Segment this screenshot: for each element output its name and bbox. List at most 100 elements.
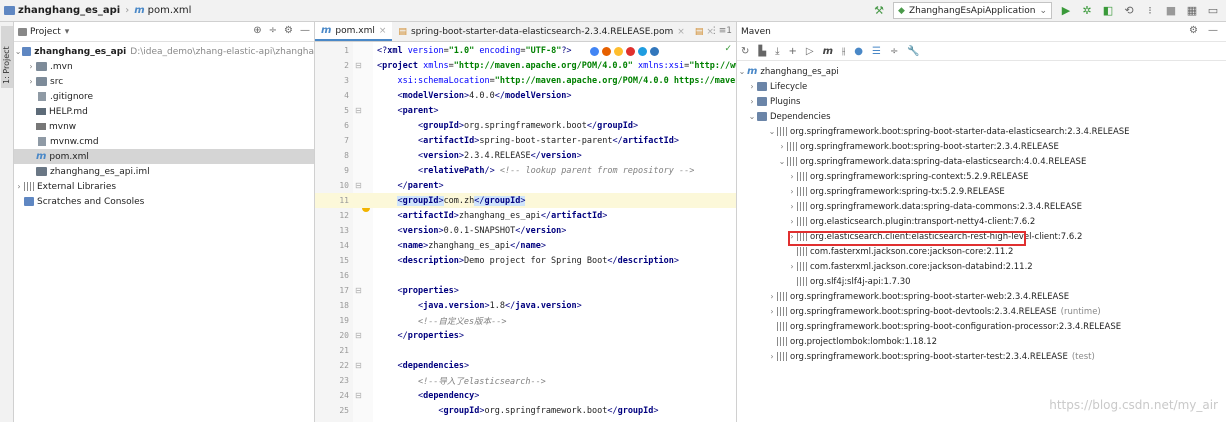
maven-dependency-row[interactable]: org.projectlombok:lombok:1.18.12 [737, 334, 1226, 349]
maven-dependency-row[interactable]: org.slf4j:slf4j-api:1.7.30 [737, 274, 1226, 289]
code-line[interactable]: 21 [315, 343, 736, 358]
chevron-right-icon[interactable]: › [767, 307, 777, 316]
fold-icon[interactable]: ⊟ [355, 106, 362, 115]
chevron-right-icon[interactable]: › [14, 182, 24, 191]
tree-item-root[interactable]: ⌄ zhanghang_es_api D:\idea_demo\zhang-el… [14, 44, 314, 59]
chevron-right-icon[interactable]: › [787, 187, 797, 196]
maven-dependency-row[interactable]: › org.springframework.boot:spring-boot-st… [737, 349, 1226, 364]
maven-dependency-row[interactable]: org.springframework.boot:spring-boot-con… [737, 319, 1226, 334]
run-configuration-select[interactable]: ◆ ZhanghangEsApiApplication ⌄ [893, 2, 1052, 19]
maven-dependency-row[interactable]: › com.fasterxml.jackson.core:jackson-data… [737, 259, 1226, 274]
skip-tests-icon[interactable]: ● [854, 46, 863, 57]
tree-item-help[interactable]: HELP.md [14, 104, 314, 119]
chevron-down-icon[interactable]: ⌄ [767, 127, 777, 136]
chevron-right-icon[interactable]: › [787, 262, 797, 271]
reload-icon[interactable]: ↻ [741, 46, 749, 57]
close-icon[interactable]: × [379, 26, 387, 36]
code-line[interactable]: 17 ⊟ <properties> [315, 283, 736, 298]
coverage-icon[interactable]: ◧ [1101, 4, 1115, 18]
hide-icon[interactable]: — [1208, 25, 1218, 36]
maven-plugins[interactable]: › Plugins [737, 94, 1226, 109]
code-line[interactable]: 15 <description>Demo project for Spring … [315, 253, 736, 268]
code-line[interactable]: 23 <!--导入了elasticsearch--> [315, 373, 736, 388]
hide-icon[interactable]: — [300, 25, 310, 36]
fold-icon[interactable]: ⊟ [355, 286, 362, 295]
debug-icon[interactable]: ✲ [1080, 4, 1094, 18]
maven-dependency-row[interactable]: › org.elasticsearch.plugin:transport-nett… [737, 214, 1226, 229]
tree-item-pom[interactable]: m pom.xml [14, 149, 314, 164]
maven-dependency-row[interactable]: › org.springframework:spring-tx:5.2.9.REL… [737, 184, 1226, 199]
code-line[interactable]: 5 ⊟ <parent> [315, 103, 736, 118]
close-icon[interactable]: × [677, 27, 685, 37]
run-icon[interactable]: ▶ [1059, 4, 1073, 18]
code-line[interactable]: 11 <groupId>com.zh</groupId> [315, 193, 736, 208]
code-line[interactable]: 14 <name>zhanghang_es_api</name> [315, 238, 736, 253]
code-line[interactable]: 16 [315, 268, 736, 283]
tree-item-iml[interactable]: zhanghang_es_api.iml [14, 164, 314, 179]
tree-item-src[interactable]: › src [14, 74, 314, 89]
tab-starter-pom[interactable]: ▤ spring-boot-starter-data-elasticsearch… [392, 22, 690, 41]
chevron-right-icon[interactable]: › [747, 97, 757, 106]
project-structure-icon[interactable]: ▦ [1185, 4, 1199, 18]
maven-root[interactable]: ⌄ m zhanghang_es_api [737, 64, 1226, 79]
chevron-right-icon[interactable]: › [767, 352, 777, 361]
code-line[interactable]: 12 <artifactId>zhanghang_es_api</artifac… [315, 208, 736, 223]
pom-file-icon[interactable]: ▤ [695, 27, 704, 37]
code-line[interactable]: 7 <artifactId>spring-boot-starter-parent… [315, 133, 736, 148]
chevron-down-icon[interactable]: ⌄ [737, 67, 747, 76]
add-icon[interactable]: + [789, 46, 797, 57]
code-line[interactable]: 2 ⊟ <project xmlns="http://maven.apache.or… [315, 58, 736, 73]
chevron-right-icon[interactable]: › [787, 217, 797, 226]
run-icon[interactable]: ▷ [806, 46, 814, 57]
code-line[interactable]: 3 xsi:schemaLocation="http://maven.apach… [315, 73, 736, 88]
download-icon[interactable]: ⤓ [775, 46, 779, 57]
gear-icon[interactable]: ⚙ [1189, 25, 1198, 36]
tree-item-mvn[interactable]: › .mvn [14, 59, 314, 74]
chevron-down-icon[interactable]: ⌄ [14, 47, 22, 56]
collapse-icon[interactable]: ÷ [269, 25, 277, 36]
project-tool-tab[interactable]: 1: Project [1, 26, 13, 88]
chevron-right-icon[interactable]: › [767, 292, 777, 301]
chevron-down-icon[interactable]: ⌄ [777, 157, 787, 166]
wrench-icon[interactable]: 🔧 [907, 46, 919, 57]
code-line[interactable]: 8 <version>2.3.4.RELEASE</version> [315, 148, 736, 163]
maven-dependency-row[interactable]: › org.springframework.boot:spring-boot-st… [737, 289, 1226, 304]
chevron-right-icon[interactable]: › [26, 77, 36, 86]
generate-sources-icon[interactable]: ▙ [758, 46, 766, 57]
chevron-right-icon[interactable]: › [777, 142, 787, 151]
code-line[interactable]: 20 ⊟ </properties> [315, 328, 736, 343]
code-line[interactable]: 22 ⊟ <dependencies> [315, 358, 736, 373]
code-line[interactable]: 19 <!--自定义es版本--> [315, 313, 736, 328]
tree-item-external-libraries[interactable]: › External Libraries [14, 179, 314, 194]
attach-icon[interactable]: ⁝ [1143, 4, 1157, 18]
code-line[interactable]: 13 <version>0.0.1-SNAPSHOT</version> [315, 223, 736, 238]
tab-pom-xml[interactable]: m pom.xml × [315, 22, 393, 41]
stop-icon[interactable]: ■ [1164, 4, 1178, 18]
build-hammer-icon[interactable]: ⚒ [872, 4, 886, 18]
code-line[interactable]: 4 <modelVersion>4.0.0</modelVersion> [315, 88, 736, 103]
chevron-right-icon[interactable]: › [787, 202, 797, 211]
maven-dependency-row[interactable]: com.fasterxml.jackson.core:jackson-core:… [737, 244, 1226, 259]
code-line[interactable]: 10 ⊟ </parent> [315, 178, 736, 193]
chevron-right-icon[interactable]: › [26, 62, 36, 71]
maven-dependency-row[interactable]: › org.springframework.boot:spring-boot-de… [737, 304, 1226, 319]
gear-icon[interactable]: ⚙ [284, 25, 293, 36]
breadcrumb-file[interactable]: pom.xml [148, 5, 192, 16]
profile-icon[interactable]: ⟲ [1122, 4, 1136, 18]
collapse-icon[interactable]: ÷ [890, 46, 898, 57]
maven-dependencies[interactable]: ⌄ Dependencies [737, 109, 1226, 124]
tree-item-gitignore[interactable]: .gitignore [14, 89, 314, 104]
tree-item-mvnw[interactable]: mvnw [14, 119, 314, 134]
maven-lifecycle[interactable]: › Lifecycle [737, 79, 1226, 94]
maven-dependency-row[interactable]: › org.springframework.boot:spring-boot-st… [737, 139, 1226, 154]
fold-icon[interactable]: ⊟ [355, 61, 362, 70]
fold-icon[interactable]: ⊟ [355, 391, 362, 400]
tree-item-scratches[interactable]: Scratches and Consoles [14, 194, 314, 209]
tree-item-mvnw-cmd[interactable]: mvnw.cmd [14, 134, 314, 149]
fold-icon[interactable]: ⊟ [355, 361, 362, 370]
execute-goal-icon[interactable]: m [823, 46, 833, 57]
fold-icon[interactable]: ⊟ [355, 331, 362, 340]
code-line[interactable]: 9 <relativePath/> <!-- lookup parent fro… [315, 163, 736, 178]
toggle-offline-icon[interactable]: ⫲ [842, 46, 845, 57]
code-line[interactable]: 24 ⊟ <dependency> [315, 388, 736, 403]
